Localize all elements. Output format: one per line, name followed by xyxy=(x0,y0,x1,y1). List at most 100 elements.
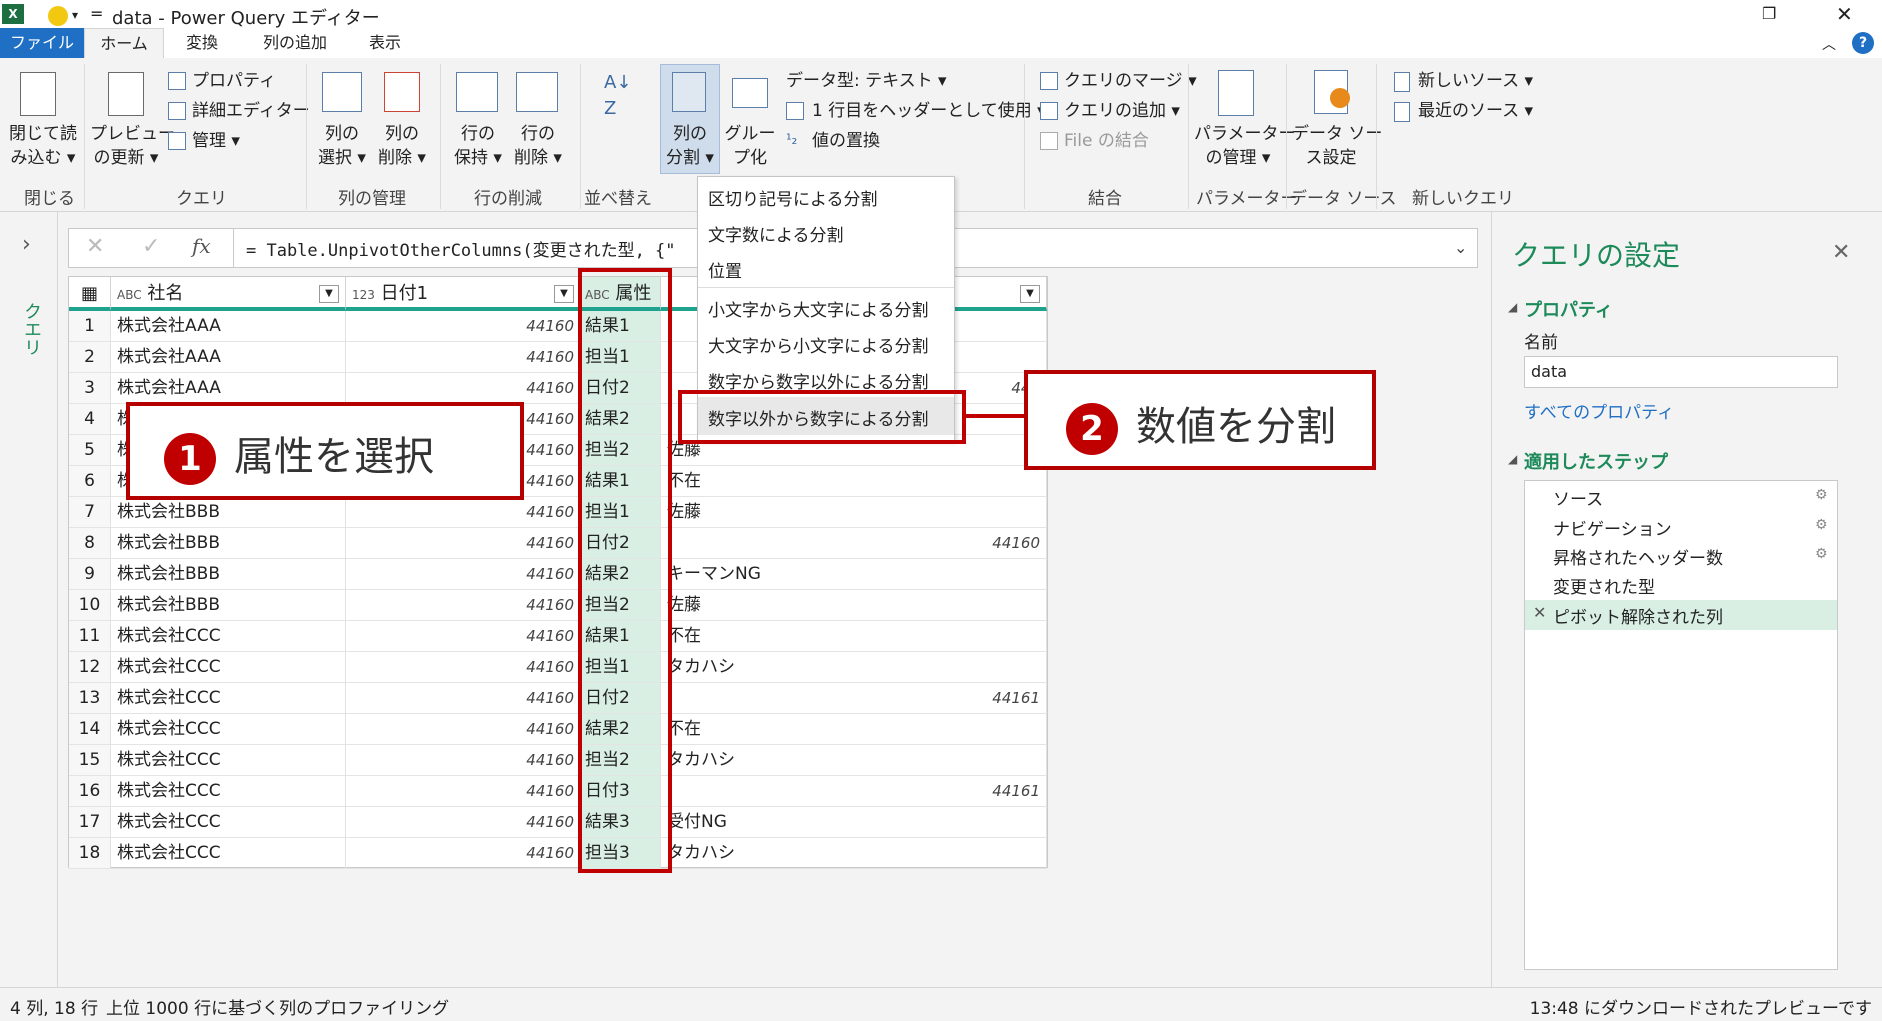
recent-sources-button[interactable]: 最近のソース ▾ xyxy=(1418,98,1533,124)
expand-formula-icon[interactable]: ⌄ xyxy=(1454,238,1467,257)
cell-company[interactable]: 株式会社CCC xyxy=(111,683,346,714)
append-queries-button[interactable]: クエリの追加 ▾ xyxy=(1064,98,1180,124)
tab-view[interactable]: 表示 xyxy=(350,28,420,58)
row-number[interactable]: 18 xyxy=(69,838,111,869)
data-source-settings-button[interactable]: データ ソー ス設定 xyxy=(1292,122,1382,170)
cell-date1[interactable]: 44160 xyxy=(346,652,581,683)
cell-company[interactable]: 株式会社AAA xyxy=(111,311,346,342)
cell-date1[interactable]: 44160 xyxy=(346,776,581,807)
use-first-row-as-headers-button[interactable]: 1 行目をヘッダーとして使用 ▾ xyxy=(812,98,1046,124)
cell-company[interactable]: 株式会社BBB xyxy=(111,497,346,528)
row-number[interactable]: 15 xyxy=(69,745,111,776)
step-navigation[interactable]: ナビゲーション xyxy=(1553,515,1672,540)
sort-ascending-icon[interactable]: A↓ Z xyxy=(604,70,631,122)
cell-company[interactable]: 株式会社CCC xyxy=(111,745,346,776)
cell-value[interactable]: 44160 xyxy=(661,528,1047,559)
manage-parameters-button[interactable]: パラメーター の管理 ▾ xyxy=(1194,122,1296,170)
confirm-formula-icon[interactable]: ✓ xyxy=(142,234,160,259)
row-number[interactable]: 1 xyxy=(69,311,111,342)
new-source-button[interactable]: 新しいソース ▾ xyxy=(1418,68,1533,94)
cell-value[interactable]: 佐藤 xyxy=(661,590,1047,621)
choose-columns-button[interactable]: 列の 選択 ▾ xyxy=(312,122,372,170)
properties-button[interactable]: プロパティ xyxy=(192,68,276,94)
menu-item-split-by-chars[interactable]: 文字数による分割 xyxy=(708,221,844,246)
row-number[interactable]: 12 xyxy=(69,652,111,683)
query-name-input[interactable]: data xyxy=(1524,356,1838,388)
menu-item-split-by-delimiter[interactable]: 区切り記号による分割 xyxy=(708,185,878,210)
restore-icon[interactable]: ❐ xyxy=(1762,4,1776,23)
cell-date1[interactable]: 44160 xyxy=(346,528,581,559)
cell-company[interactable]: 株式会社AAA xyxy=(111,342,346,373)
row-number[interactable]: 2 xyxy=(69,342,111,373)
cell-value[interactable]: 不在 xyxy=(661,621,1047,652)
step-unpivoted-columns[interactable]: ピボット解除された列 xyxy=(1553,603,1723,628)
collapse-properties-icon[interactable]: ◢ xyxy=(1508,300,1517,314)
step-gear-icon[interactable]: ⚙ xyxy=(1815,517,1828,533)
group-by-button[interactable]: グルー プ化 xyxy=(720,122,780,170)
cell-company[interactable]: 株式会社CCC xyxy=(111,652,346,683)
cell-company[interactable]: 株式会社BBB xyxy=(111,528,346,559)
cell-company[interactable]: 株式会社CCC xyxy=(111,776,346,807)
step-source[interactable]: ソース xyxy=(1553,485,1603,510)
replace-values-button[interactable]: 値の置換 xyxy=(812,128,880,154)
cell-company[interactable]: 株式会社CCC xyxy=(111,807,346,838)
cell-company[interactable]: 株式会社BBB xyxy=(111,590,346,621)
formula-text[interactable]: = Table.UnpivotOtherColumns(変更された型, {" xyxy=(246,236,676,261)
refresh-preview-button[interactable]: プレビュー の更新 ▾ xyxy=(90,122,175,170)
cell-company[interactable]: 株式会社AAA xyxy=(111,373,346,404)
cell-date1[interactable]: 44160 xyxy=(346,497,581,528)
filter-dropdown-icon[interactable]: ▼ xyxy=(554,285,574,303)
collapse-steps-icon[interactable]: ◢ xyxy=(1508,452,1517,466)
smiley-feedback-icon[interactable] xyxy=(48,6,68,26)
cell-company[interactable]: 株式会社CCC xyxy=(111,838,346,869)
step-promoted-headers[interactable]: 昇格されたヘッダー数 xyxy=(1553,544,1723,569)
row-number[interactable]: 17 xyxy=(69,807,111,838)
tab-file[interactable]: ファイル xyxy=(0,28,84,58)
step-gear-icon[interactable]: ⚙ xyxy=(1815,487,1828,503)
cell-value[interactable]: キーマンNG xyxy=(661,559,1047,590)
row-number[interactable]: 3 xyxy=(69,373,111,404)
cell-company[interactable]: 株式会社BBB xyxy=(111,559,346,590)
cell-date1[interactable]: 44160 xyxy=(346,621,581,652)
filter-dropdown-icon[interactable]: ▼ xyxy=(1020,285,1040,303)
remove-columns-button[interactable]: 列の 削除 ▾ xyxy=(372,122,432,170)
queries-pane-label[interactable]: クエリ xyxy=(18,302,44,356)
cell-date1[interactable]: 44160 xyxy=(346,807,581,838)
cell-company[interactable]: 株式会社CCC xyxy=(111,621,346,652)
cell-company[interactable]: 株式会社CCC xyxy=(111,714,346,745)
menu-item-lower-to-upper[interactable]: 小文字から大文字による分割 xyxy=(708,296,929,321)
expand-queries-icon[interactable]: › xyxy=(22,232,31,257)
advanced-editor-button[interactable]: 詳細エディター xyxy=(192,98,310,124)
help-icon[interactable]: ? xyxy=(1852,32,1874,54)
row-number[interactable]: 6 xyxy=(69,466,111,497)
step-changed-type[interactable]: 変更された型 xyxy=(1553,573,1655,598)
row-number[interactable]: 7 xyxy=(69,497,111,528)
row-number[interactable]: 4 xyxy=(69,404,111,435)
close-window-icon[interactable]: ✕ xyxy=(1836,2,1853,26)
split-column-button[interactable]: 列の 分割 ▾ xyxy=(660,122,720,170)
cancel-formula-icon[interactable]: ✕ xyxy=(86,234,104,259)
cell-value[interactable]: タカハシ xyxy=(661,652,1047,683)
tab-home[interactable]: ホーム xyxy=(84,28,164,58)
filter-dropdown-icon[interactable]: ▼ xyxy=(319,285,339,303)
collapse-ribbon-icon[interactable]: ︿ xyxy=(1822,34,1836,54)
remove-rows-button[interactable]: 行の 削除 ▾ xyxy=(508,122,568,170)
keep-rows-button[interactable]: 行の 保持 ▾ xyxy=(448,122,508,170)
close-settings-icon[interactable]: ✕ xyxy=(1832,240,1850,265)
row-number[interactable]: 5 xyxy=(69,435,111,466)
row-number[interactable]: 16 xyxy=(69,776,111,807)
cell-date1[interactable]: 44160 xyxy=(346,683,581,714)
delete-step-icon[interactable]: ✕ xyxy=(1533,603,1546,622)
status-profiling[interactable]: 上位 1000 行に基づく列のプロファイリング xyxy=(106,994,449,1019)
menu-item-upper-to-lower[interactable]: 大文字から小文字による分割 xyxy=(708,332,929,357)
cell-date1[interactable]: 44160 xyxy=(346,311,581,342)
cell-value[interactable]: タカハシ xyxy=(661,838,1047,869)
column-header-company[interactable]: ABC 社名 ▼ xyxy=(111,277,346,311)
table-menu-icon[interactable]: ▦ xyxy=(69,277,111,311)
cell-value[interactable]: 受付NG xyxy=(661,807,1047,838)
merge-queries-button[interactable]: クエリのマージ ▾ xyxy=(1064,68,1197,94)
row-number[interactable]: 10 xyxy=(69,590,111,621)
cell-date1[interactable]: 44160 xyxy=(346,714,581,745)
data-type-dropdown[interactable]: データ型: テキスト ▾ xyxy=(786,68,947,94)
close-and-load-button[interactable]: 閉じて読 み込む ▾ xyxy=(8,122,78,170)
